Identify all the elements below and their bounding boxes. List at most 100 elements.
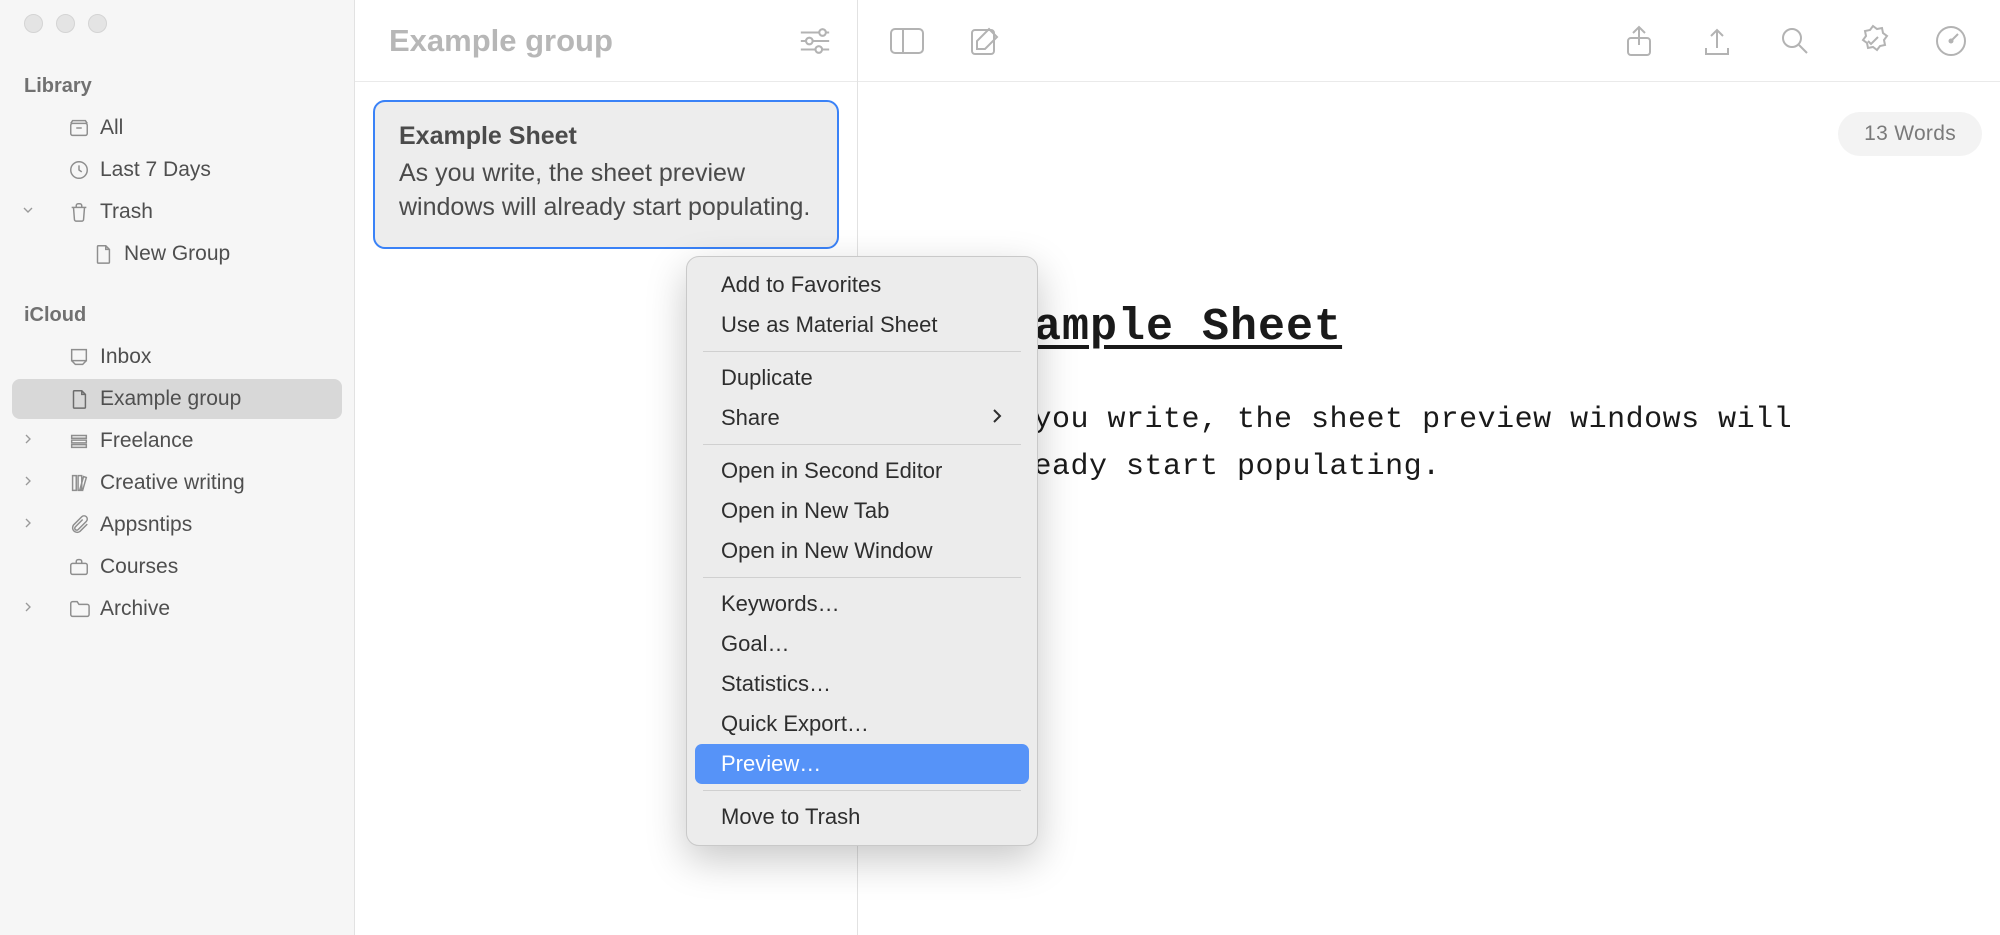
- archivebox-icon: [68, 117, 90, 139]
- menu-label: Use as Material Sheet: [721, 312, 937, 338]
- menu-label: Preview…: [721, 751, 821, 777]
- sidebar-item-label: Last 7 Days: [100, 158, 211, 182]
- sidebar-panel-icon: [889, 26, 925, 56]
- new-sheet-button[interactable]: [964, 20, 1006, 62]
- editor-toolbar: [858, 0, 2000, 82]
- books-icon: [68, 472, 90, 494]
- sidebar-item-label: Archive: [100, 597, 170, 621]
- menu-open-second-editor[interactable]: Open in Second Editor: [695, 451, 1029, 491]
- menu-move-trash[interactable]: Move to Trash: [695, 797, 1029, 837]
- search-icon: [1779, 25, 1811, 57]
- word-count-badge[interactable]: 13 Words: [1838, 112, 1982, 156]
- share-icon: [1624, 24, 1654, 58]
- document-icon: [92, 243, 114, 265]
- inbox-icon: [68, 346, 90, 368]
- menu-label: Goal…: [721, 631, 789, 657]
- menu-label: Statistics…: [721, 671, 831, 697]
- chevron-right-icon: [991, 405, 1003, 431]
- sidebar-section-library: Library: [0, 67, 354, 106]
- menu-add-favorites[interactable]: Add to Favorites: [695, 265, 1029, 305]
- menu-quick-export[interactable]: Quick Export…: [695, 704, 1029, 744]
- menu-label: Quick Export…: [721, 711, 869, 737]
- upload-icon: [1702, 24, 1732, 58]
- chevron-right-icon[interactable]: [20, 429, 36, 453]
- menu-label: Open in Second Editor: [721, 458, 942, 484]
- sidebar-item-appsntips[interactable]: Appsntips: [12, 505, 342, 545]
- sheet-card-selected[interactable]: Example Sheet As you write, the sheet pr…: [373, 100, 839, 249]
- sidebar-item-label: All: [100, 116, 123, 140]
- document-title[interactable]: Example Sheet: [978, 302, 1880, 353]
- clock-icon: [68, 159, 90, 181]
- export-button[interactable]: [1696, 20, 1738, 62]
- sidebar-item-label: Creative writing: [100, 471, 245, 495]
- sidebar-item-trash[interactable]: Trash: [12, 192, 342, 232]
- sheet-list-header: Example group: [355, 0, 857, 82]
- filter-button[interactable]: [797, 23, 833, 59]
- sidebar-item-creative-writing[interactable]: Creative writing: [12, 463, 342, 503]
- sidebar-item-last7days[interactable]: Last 7 Days: [12, 150, 342, 190]
- sidebar-item-label: Inbox: [100, 345, 151, 369]
- window-controls: [0, 14, 354, 67]
- sidebar-item-courses[interactable]: Courses: [12, 547, 342, 587]
- sidebar: Library All Last 7 Days Trash New Group …: [0, 0, 355, 935]
- sidebar-item-label: Appsntips: [100, 513, 192, 537]
- sheet-card-title: Example Sheet: [399, 122, 813, 151]
- chevron-right-icon[interactable]: [20, 597, 36, 621]
- menu-open-new-window[interactable]: Open in New Window: [695, 531, 1029, 571]
- sidebar-item-label: Example group: [100, 387, 241, 411]
- menu-label: Open in New Tab: [721, 498, 889, 524]
- sidebar-section-icloud: iCloud: [0, 296, 354, 335]
- sidebar-item-freelance[interactable]: Freelance: [12, 421, 342, 461]
- search-button[interactable]: [1774, 20, 1816, 62]
- toolbar-left-group: [886, 20, 1006, 62]
- sidebar-toggle-button[interactable]: [886, 20, 928, 62]
- document-body[interactable]: As you write, the sheet preview windows …: [978, 397, 1880, 490]
- dashboard-button[interactable]: [1930, 20, 1972, 62]
- menu-keywords[interactable]: Keywords…: [695, 584, 1029, 624]
- sidebar-item-label: Courses: [100, 555, 178, 579]
- menu-separator: [703, 444, 1021, 445]
- menu-label: Open in New Window: [721, 538, 933, 564]
- menu-statistics[interactable]: Statistics…: [695, 664, 1029, 704]
- revision-mode-button[interactable]: [1852, 20, 1894, 62]
- stack-icon: [68, 430, 90, 452]
- sidebar-item-new-group[interactable]: New Group: [12, 234, 342, 274]
- briefcase-icon: [68, 556, 90, 578]
- paperclip-icon: [68, 514, 90, 536]
- menu-goal[interactable]: Goal…: [695, 624, 1029, 664]
- menu-separator: [703, 577, 1021, 578]
- menu-duplicate[interactable]: Duplicate: [695, 358, 1029, 398]
- menu-open-new-tab[interactable]: Open in New Tab: [695, 491, 1029, 531]
- menu-label: Keywords…: [721, 591, 840, 617]
- menu-label: Move to Trash: [721, 804, 860, 830]
- sidebar-item-archive[interactable]: Archive: [12, 589, 342, 629]
- menu-separator: [703, 351, 1021, 352]
- sidebar-item-label: Trash: [100, 200, 153, 224]
- menu-use-material[interactable]: Use as Material Sheet: [695, 305, 1029, 345]
- sidebar-item-all[interactable]: All: [12, 108, 342, 148]
- compose-icon: [969, 25, 1001, 57]
- sidebar-item-inbox[interactable]: Inbox: [12, 337, 342, 377]
- chevron-down-icon[interactable]: [20, 200, 36, 224]
- fullscreen-window-dot[interactable]: [88, 14, 107, 33]
- chevron-right-icon[interactable]: [20, 513, 36, 537]
- trash-icon: [68, 201, 90, 223]
- badge-check-icon: [1856, 24, 1890, 58]
- menu-share[interactable]: Share: [695, 398, 1029, 438]
- gauge-icon: [1934, 24, 1968, 58]
- close-window-dot[interactable]: [24, 14, 43, 33]
- folder-icon: [68, 598, 90, 620]
- sidebar-item-example-group[interactable]: Example group: [12, 379, 342, 419]
- sidebar-item-label: Freelance: [100, 429, 193, 453]
- menu-label: Share: [721, 405, 780, 431]
- chevron-right-icon[interactable]: [20, 471, 36, 495]
- sheet-list-title: Example group: [389, 23, 613, 59]
- menu-preview[interactable]: Preview…: [695, 744, 1029, 784]
- sidebar-item-label: New Group: [124, 242, 230, 266]
- document-icon: [68, 388, 90, 410]
- menu-separator: [703, 790, 1021, 791]
- share-button[interactable]: [1618, 20, 1660, 62]
- context-menu: Add to Favorites Use as Material Sheet D…: [686, 256, 1038, 846]
- menu-label: Add to Favorites: [721, 272, 881, 298]
- minimize-window-dot[interactable]: [56, 14, 75, 33]
